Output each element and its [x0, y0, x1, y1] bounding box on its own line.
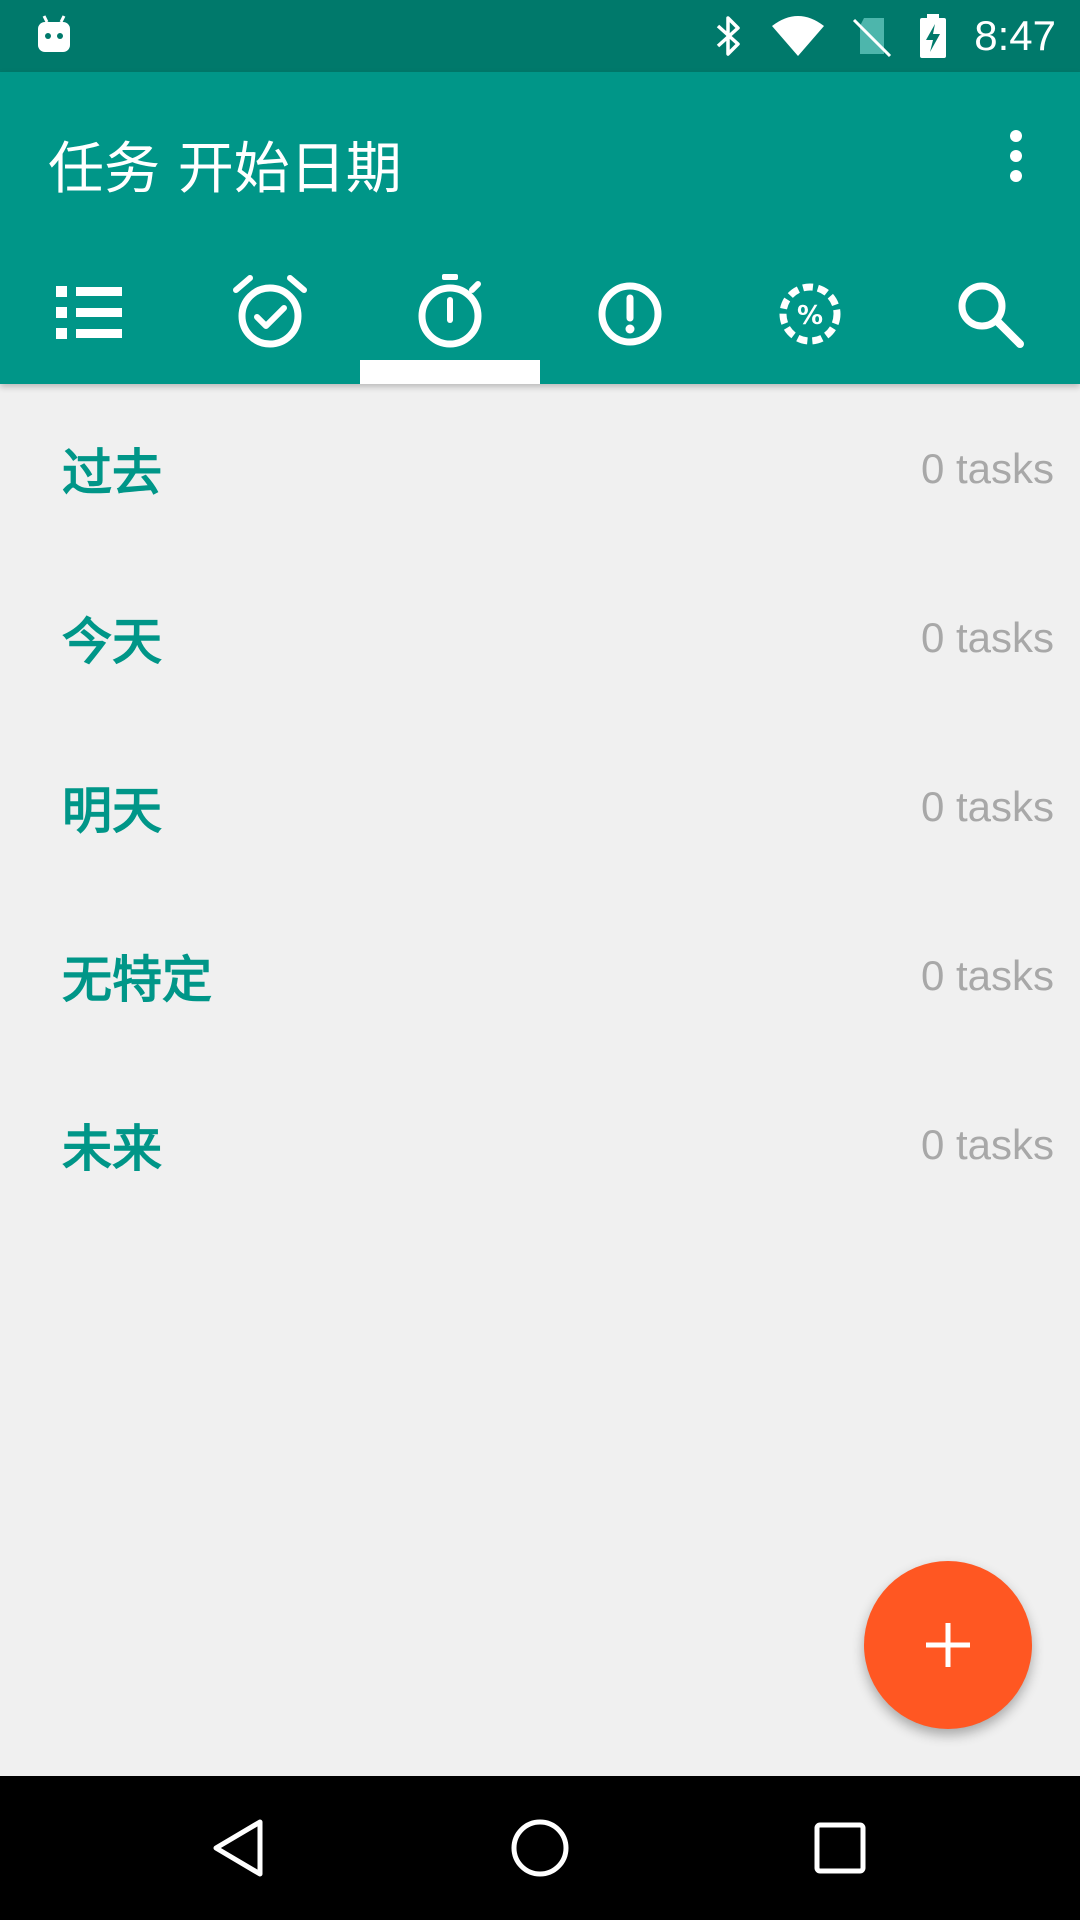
group-label: 过去 — [62, 443, 162, 502]
tab-all-tasks[interactable] — [0, 240, 180, 384]
progress-percent-icon: % — [779, 283, 841, 345]
list-item-unspecified[interactable]: 无特定 0 tasks — [0, 891, 1080, 1060]
status-time: 8:47 — [974, 12, 1056, 59]
status-bar: 8:47 — [0, 0, 1080, 72]
add-task-button[interactable] — [864, 1561, 1032, 1729]
group-label: 明天 — [62, 781, 162, 840]
list-item-today[interactable]: 今天 0 tasks — [0, 553, 1080, 722]
plus-icon — [926, 1623, 970, 1667]
date-group-list: 过去 0 tasks 今天 0 tasks 明天 0 tasks 无特定 0 t… — [0, 384, 1080, 1229]
group-label: 无特定 — [62, 950, 212, 1009]
system-nav-bar — [0, 1776, 1080, 1920]
list-icon — [56, 286, 122, 339]
page-title: 任务 开始日期 — [48, 137, 402, 202]
list-item-past[interactable]: 过去 0 tasks — [0, 384, 1080, 553]
list-item-tomorrow[interactable]: 明天 0 tasks — [0, 722, 1080, 891]
more-vert-icon[interactable] — [988, 124, 1044, 188]
alarm-check-icon — [233, 275, 307, 348]
search-icon — [958, 282, 1024, 348]
wifi-icon — [772, 16, 825, 56]
task-count: 0 tasks — [920, 613, 1054, 661]
battery-charging-icon — [920, 14, 947, 58]
bluetooth-icon — [717, 16, 740, 56]
home-button[interactable] — [490, 1798, 590, 1898]
timer-icon — [418, 274, 482, 348]
android-icon — [36, 14, 72, 54]
svg-text:%: % — [797, 301, 823, 331]
tab-due-date[interactable] — [180, 240, 360, 384]
back-button[interactable] — [190, 1798, 290, 1898]
recents-button[interactable] — [790, 1798, 890, 1898]
group-label: 未来 — [62, 1119, 162, 1178]
tab-priority[interactable] — [540, 240, 720, 384]
tab-search[interactable] — [900, 240, 1080, 384]
task-count: 0 tasks — [920, 782, 1054, 830]
tab-start-date[interactable] — [360, 240, 540, 384]
priority-icon — [598, 282, 662, 346]
recents-icon — [814, 1822, 866, 1874]
status-icons: 8:47 — [714, 0, 1056, 72]
back-icon — [213, 1819, 263, 1877]
app-bar: 任务 开始日期 % — [0, 72, 1080, 384]
list-item-future[interactable]: 未来 0 tasks — [0, 1060, 1080, 1229]
home-icon — [511, 1819, 569, 1877]
tab-progress[interactable]: % — [720, 240, 900, 384]
task-count: 0 tasks — [920, 444, 1054, 492]
tab-bar: % — [0, 240, 1080, 384]
group-label: 今天 — [62, 612, 162, 671]
no-sim-icon — [853, 18, 892, 58]
task-count: 0 tasks — [920, 951, 1054, 999]
task-count: 0 tasks — [920, 1120, 1054, 1168]
